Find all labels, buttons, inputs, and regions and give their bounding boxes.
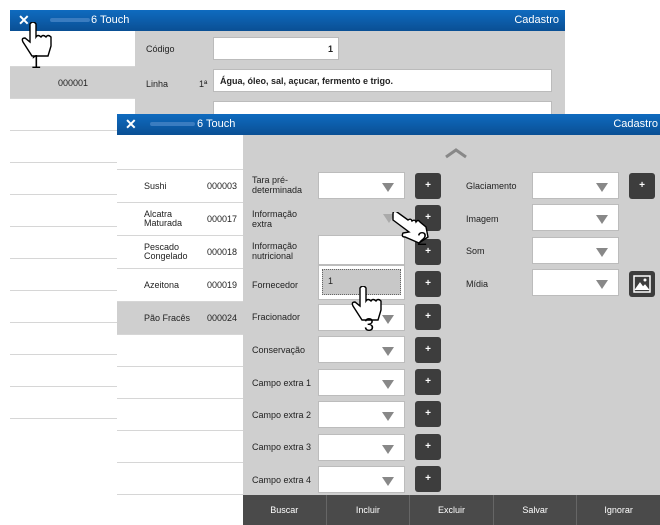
close-icon[interactable]: ✕ bbox=[125, 116, 137, 132]
tara-dropdown[interactable] bbox=[318, 172, 405, 199]
list-item[interactable]: Sushi 000003 bbox=[117, 170, 243, 203]
list-item[interactable] bbox=[117, 399, 243, 431]
cadastro-label: Cadastro bbox=[514, 14, 559, 26]
glaciamento-label: Glaciamento bbox=[466, 181, 517, 191]
campo-extra-2-dropdown[interactable] bbox=[318, 401, 405, 428]
step-2-label: 2 bbox=[417, 229, 428, 249]
add-fracionador-button[interactable]: + bbox=[415, 304, 441, 330]
add-campo-extra-4-button[interactable]: + bbox=[415, 466, 441, 492]
list-item[interactable] bbox=[117, 335, 243, 367]
list-item[interactable] bbox=[117, 367, 243, 399]
campo-extra-2-label: Campo extra 2 bbox=[252, 410, 312, 420]
list-item[interactable]: Pescado Congelado 000018 bbox=[117, 236, 243, 269]
image-icon[interactable] bbox=[629, 271, 655, 297]
app-title: 6 Touch bbox=[91, 14, 130, 26]
front-window: ✕ 6 Touch Cadastro Sushi 000003 Alcatra M… bbox=[117, 114, 660, 525]
fornecedor-label: Fornecedor bbox=[252, 280, 299, 290]
midia-dropdown[interactable] bbox=[532, 269, 619, 296]
step-3-label: 3 bbox=[364, 315, 375, 335]
action-bar: Buscar Incluir Excluir Salvar Ignorar bbox=[243, 495, 660, 525]
codigo-label: Código bbox=[146, 44, 175, 54]
som-label: Som bbox=[466, 246, 485, 256]
list-item[interactable]: Pão Fracês 000024 bbox=[117, 302, 243, 335]
add-fornecedor-button[interactable]: + bbox=[415, 271, 441, 297]
front-list: Sushi 000003 Alcatra Maturada 000017 Pesca… bbox=[117, 135, 243, 525]
incluir-button[interactable]: Incluir bbox=[327, 495, 411, 525]
campo-extra-3-label: Campo extra 3 bbox=[252, 442, 312, 452]
salvar-button[interactable]: Salvar bbox=[494, 495, 578, 525]
cadastro-label: Cadastro bbox=[613, 118, 658, 130]
list-item[interactable] bbox=[117, 135, 243, 170]
campo-extra-3-dropdown[interactable] bbox=[318, 434, 405, 461]
info-extra-label: Informação extra bbox=[252, 209, 298, 229]
chevron-up-icon[interactable] bbox=[444, 147, 468, 159]
add-conservacao-button[interactable]: + bbox=[415, 337, 441, 363]
list-item[interactable] bbox=[117, 463, 243, 495]
blurred-label bbox=[150, 122, 195, 126]
ignorar-button[interactable]: Ignorar bbox=[577, 495, 660, 525]
add-glaciamento-button[interactable]: + bbox=[629, 173, 655, 199]
add-campo-extra-1-button[interactable]: + bbox=[415, 369, 441, 395]
som-dropdown[interactable] bbox=[532, 237, 619, 264]
excluir-button[interactable]: Excluir bbox=[410, 495, 494, 525]
codigo-input[interactable]: 1 bbox=[213, 37, 339, 60]
list-item[interactable]: Azeitona 000019 bbox=[117, 269, 243, 302]
midia-label: Mídia bbox=[466, 279, 489, 289]
imagem-dropdown[interactable] bbox=[532, 204, 619, 231]
linha-marker: 1ª bbox=[199, 79, 208, 89]
linha-label: Linha bbox=[146, 79, 169, 89]
glaciamento-dropdown[interactable] bbox=[532, 172, 619, 199]
list-item-code: 000001 bbox=[58, 77, 89, 88]
add-campo-extra-2-button[interactable]: + bbox=[415, 401, 441, 427]
list-item[interactable]: 000001 bbox=[10, 67, 135, 99]
tara-label: Tara pré-determinada bbox=[252, 175, 303, 195]
step-1-label: 1 bbox=[31, 52, 42, 72]
list-item[interactable] bbox=[117, 431, 243, 463]
info-nutricional-label: Informação nutricional bbox=[252, 241, 298, 261]
back-form: Código 1 Linha 1ª Água, óleo, sal, açuca… bbox=[135, 31, 565, 121]
back-titlebar: ✕ 6 Touch Cadastro bbox=[10, 10, 565, 31]
conservacao-label: Conservação bbox=[252, 345, 306, 355]
campo-extra-1-dropdown[interactable] bbox=[318, 369, 405, 396]
campo-extra-4-label: Campo extra 4 bbox=[252, 475, 312, 485]
campo-extra-1-label: Campo extra 1 bbox=[252, 378, 312, 388]
app-title: 6 Touch bbox=[197, 118, 236, 130]
imagem-label: Imagem bbox=[466, 214, 499, 224]
add-tara-button[interactable]: + bbox=[415, 173, 441, 199]
buscar-button[interactable]: Buscar bbox=[243, 495, 327, 525]
fracionador-label: Fracionador bbox=[252, 312, 301, 322]
add-campo-extra-3-button[interactable]: + bbox=[415, 434, 441, 460]
campo-extra-4-dropdown[interactable] bbox=[318, 466, 405, 493]
list-item[interactable]: Alcatra Maturada 000017 bbox=[117, 203, 243, 236]
front-form: Tara pré-determinada Informação extra In… bbox=[243, 135, 660, 495]
linha-input[interactable]: Água, óleo, sal, açucar, fermento e trig… bbox=[213, 69, 552, 92]
conservacao-dropdown[interactable] bbox=[318, 336, 405, 363]
front-titlebar: ✕ 6 Touch Cadastro bbox=[117, 114, 660, 135]
blurred-label bbox=[50, 18, 90, 22]
